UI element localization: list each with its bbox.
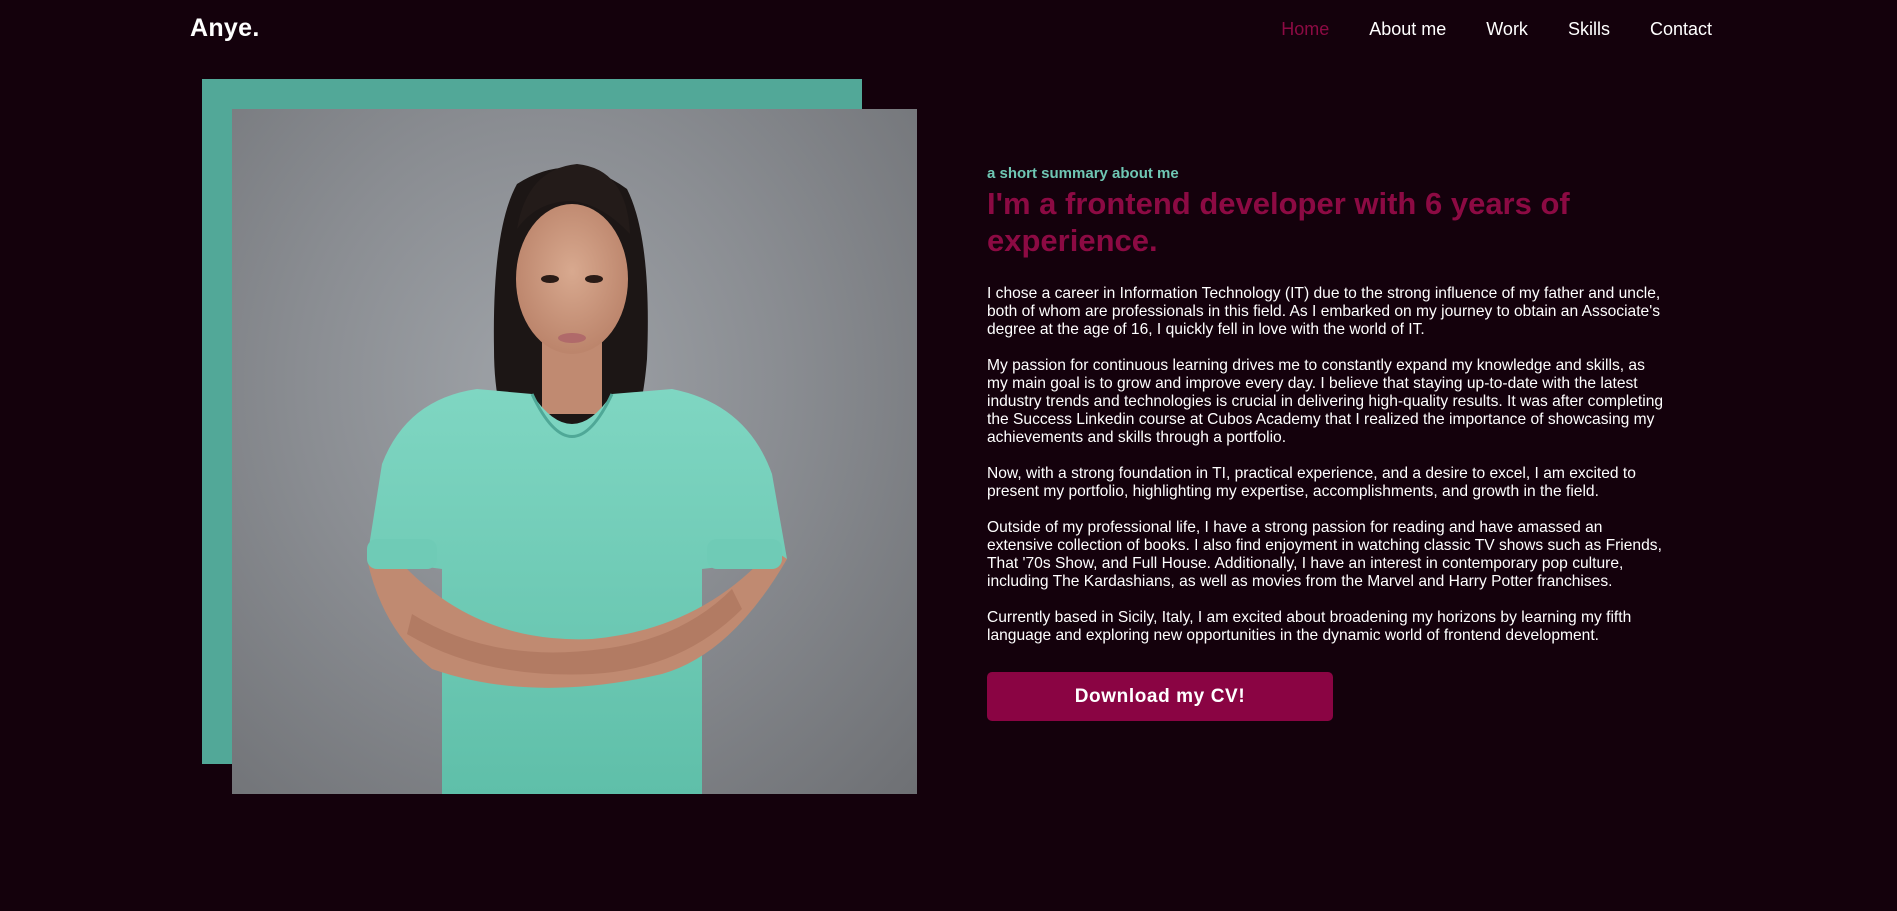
about-paragraph-4: Outside of my professional life, I have … — [987, 519, 1662, 590]
site-header: Anye. Home About me Work Skills Contact — [0, 0, 1897, 60]
nav-about-me[interactable]: About me — [1369, 19, 1446, 40]
profile-photo — [232, 109, 917, 794]
about-paragraph-1: I chose a career in Information Technolo… — [987, 285, 1661, 338]
download-cv-button[interactable]: Download my CV! — [987, 672, 1333, 721]
nav-contact[interactable]: Contact — [1650, 19, 1712, 40]
main-nav: Home About me Work Skills Contact — [1241, 19, 1712, 40]
about-section: a short summary about me I'm a frontend … — [987, 165, 1667, 721]
nav-home[interactable]: Home — [1281, 19, 1329, 40]
about-paragraph-3: Now, with a strong foundation in TI, pra… — [987, 465, 1636, 500]
about-paragraph-5: Currently based in Sicily, Italy, I am e… — [987, 609, 1632, 644]
nav-work[interactable]: Work — [1486, 19, 1528, 40]
section-eyebrow: a short summary about me — [987, 165, 1179, 182]
about-headline: I'm a frontend developer with 6 years of… — [987, 186, 1570, 258]
site-logo[interactable]: Anye. — [190, 14, 260, 43]
portrait-illustration — [367, 164, 787, 794]
nav-skills[interactable]: Skills — [1568, 19, 1610, 40]
about-paragraph-2: My passion for continuous learning drive… — [987, 357, 1664, 446]
